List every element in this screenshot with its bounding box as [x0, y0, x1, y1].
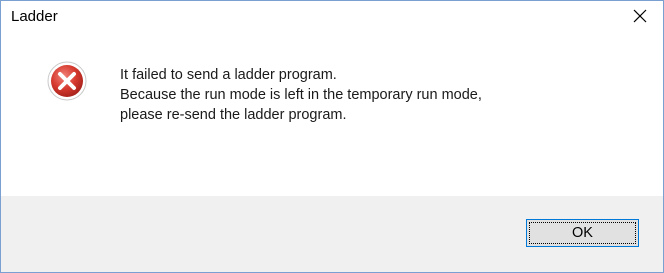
- error-message: It failed to send a ladder program. Beca…: [120, 65, 482, 125]
- dialog-window: Ladder It failed to send a ladder progra…: [0, 0, 664, 273]
- error-icon: [47, 61, 87, 101]
- message-line: please re-send the ladder program.: [120, 107, 347, 123]
- close-icon: [633, 9, 647, 23]
- window-title: Ladder: [11, 8, 58, 25]
- message-line: It failed to send a ladder program.: [120, 67, 337, 83]
- ok-button-label: OK: [572, 225, 593, 241]
- ok-button[interactable]: OK: [526, 219, 639, 247]
- title-bar[interactable]: Ladder: [1, 1, 663, 31]
- close-button[interactable]: [617, 1, 663, 31]
- message-line: Because the run mode is left in the temp…: [120, 87, 482, 103]
